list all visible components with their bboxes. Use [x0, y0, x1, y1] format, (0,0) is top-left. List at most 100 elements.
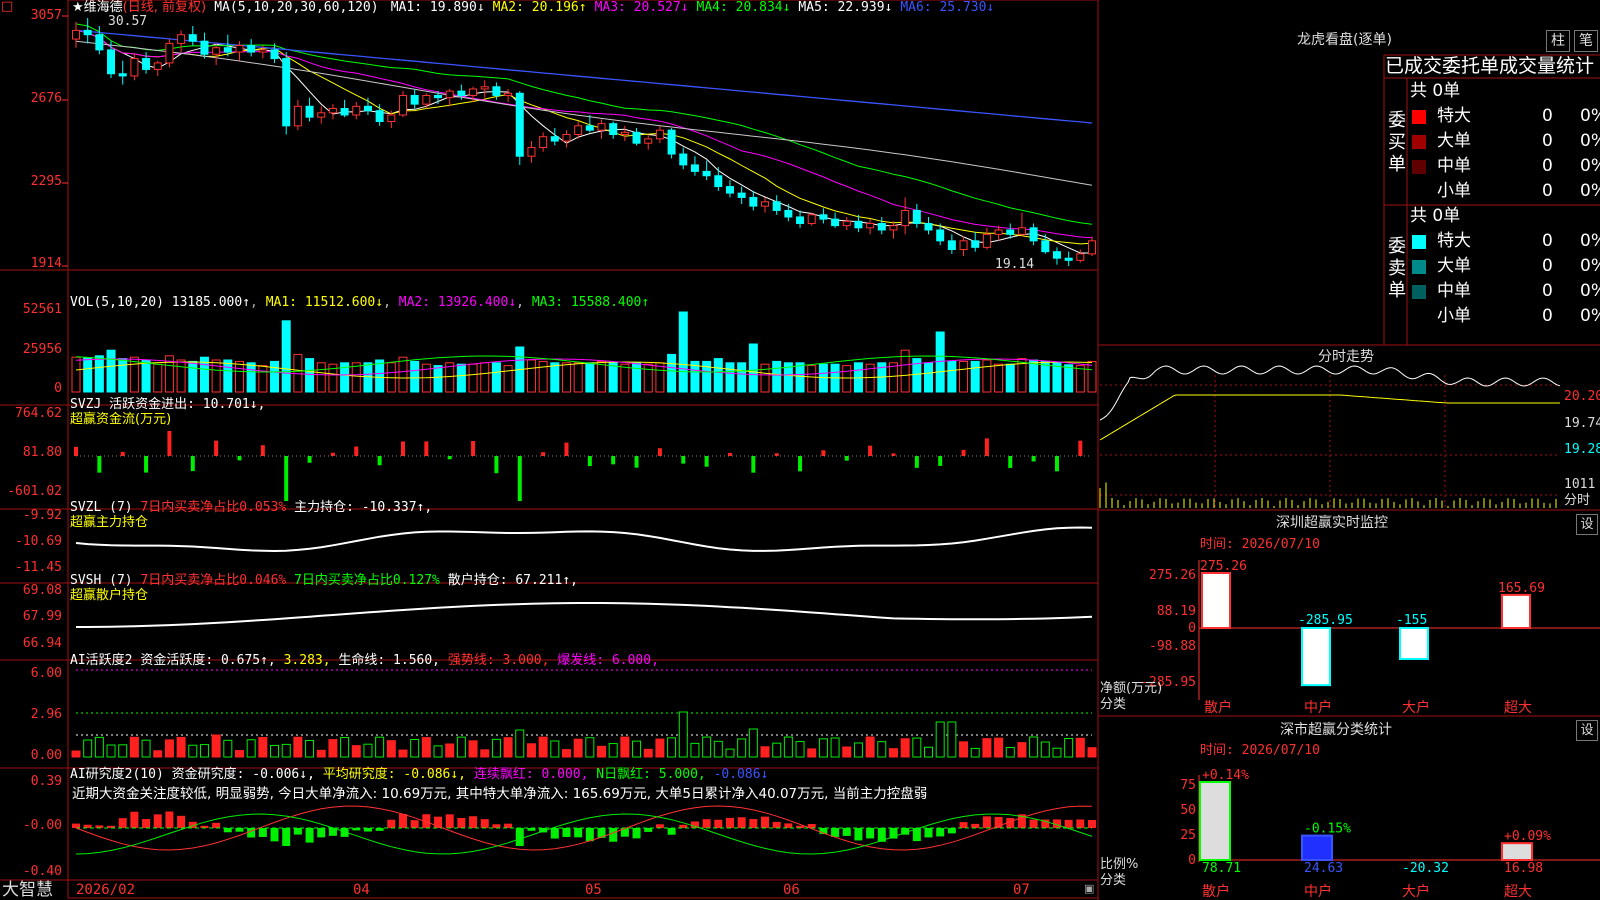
- research-bar: [655, 824, 664, 828]
- research-bar: [270, 828, 279, 842]
- sell-total: 共 0单: [1410, 206, 1461, 226]
- monitor-category-label: 大户: [1402, 699, 1430, 716]
- research-bar: [258, 828, 267, 837]
- class-yaxis-tick: 25: [1180, 828, 1196, 843]
- ai1-yaxis-tick: 0.00: [30, 748, 62, 763]
- svzj-header: SVZJ 活跃资金进出: 10.701↓,: [70, 397, 266, 412]
- monitor-bar: [1301, 627, 1331, 687]
- svsh-yaxis-tick: 66.94: [22, 636, 62, 651]
- svzl-ratio: 7日内买卖净占比0.053%: [140, 500, 287, 515]
- activity-bar: [772, 742, 782, 758]
- volume-bar: [316, 362, 326, 393]
- yaxis-tick: 3057: [30, 8, 62, 23]
- research-bar: [165, 811, 174, 828]
- activity-bar: [713, 740, 723, 758]
- svsh-position: 散户持仓: 67.211↑,: [447, 573, 578, 588]
- intraday-unit: 分时: [1564, 493, 1591, 508]
- monitor-yaxis-tick: 0: [1188, 621, 1196, 636]
- volume-bar: [1064, 364, 1074, 393]
- candle-body: [539, 136, 548, 149]
- volume-bar: [947, 360, 957, 393]
- research-bar: [667, 828, 676, 835]
- candle-body: [422, 94, 431, 105]
- activity-bar: [340, 737, 350, 758]
- volume-bar: [351, 362, 361, 393]
- sell-row-volume: 0: [1542, 231, 1553, 251]
- volume-bar: [888, 362, 898, 393]
- activity-bar: [748, 728, 758, 758]
- candle-body: [363, 105, 372, 112]
- research-bar: [737, 817, 746, 828]
- svzl-subtitle: 超赢主力持仓: [70, 515, 149, 530]
- activity-bar: [807, 748, 817, 758]
- activity-bar: [888, 748, 898, 758]
- activity-bar: [643, 748, 653, 758]
- ai1-value2: 3.283,: [283, 653, 331, 668]
- candle-body: [1052, 251, 1061, 259]
- activity-bar: [270, 744, 280, 758]
- ai1-strongline: 强势线: 3.000,: [447, 653, 550, 668]
- research-bar: [947, 828, 956, 834]
- activity-bar: [456, 736, 466, 758]
- candle-body: [924, 222, 933, 231]
- chart-mode: (日线, 前复权): [122, 0, 207, 15]
- window-marker[interactable]: □: [1, 0, 13, 14]
- main-position-line: [75, 526, 1093, 553]
- research-bar: [574, 828, 583, 838]
- app-brand: 大智慧: [2, 880, 53, 900]
- flow-bar: [307, 456, 312, 463]
- research-bar: [504, 823, 513, 828]
- candle-body: [679, 153, 688, 166]
- sell-row-name: 大单: [1437, 256, 1471, 276]
- svzj-subtitle: 超赢资金流(万元): [70, 412, 172, 427]
- monitor-bar-label: 165.69: [1498, 581, 1545, 596]
- candle-body: [492, 86, 501, 96]
- sz-monitor-settings-button[interactable]: 设: [1576, 514, 1598, 535]
- activity-bar: [258, 736, 268, 758]
- vol-yaxis-tick: 52561: [22, 302, 62, 317]
- buy-color-swatch: [1412, 160, 1426, 174]
- yaxis-tick: 2295: [30, 174, 62, 189]
- activity-bar: [655, 738, 665, 758]
- volume-bar: [924, 362, 934, 393]
- volume-bar: [1040, 360, 1050, 393]
- ai1-header: AI活跃度2 资金活跃度: 0.675↑, 3.283, 生命线: 1.560,…: [70, 654, 659, 668]
- ma-params: MA(5,10,20,30,60,120): [214, 0, 379, 15]
- activity-bar: [164, 739, 174, 758]
- activity-bar: [526, 743, 536, 758]
- xaxis-tick: 07: [1013, 882, 1030, 898]
- main-chart-canvas[interactable]: 275.2688.190-98.88-285.95275.26散户-285.95…: [0, 0, 1600, 900]
- candle-body: [609, 123, 618, 136]
- sell-color-swatch: [1412, 260, 1426, 274]
- volume-bar: [305, 358, 315, 393]
- candle-body: [387, 114, 396, 122]
- volume-bar: [970, 360, 980, 393]
- svzl-yaxis-tick: -9.92: [22, 508, 62, 523]
- candle-body: [1029, 227, 1038, 242]
- candle-body: [725, 186, 734, 194]
- research-bar: [223, 828, 232, 833]
- activity-bar: [503, 737, 513, 758]
- monitor-bar-label: -285.95: [1298, 613, 1353, 628]
- sz-class-settings-button[interactable]: 设: [1576, 720, 1598, 741]
- bar-view-button[interactable]: 柱: [1546, 30, 1570, 52]
- candle-body: [947, 240, 956, 251]
- research-bar: [831, 828, 840, 837]
- activity-bar: [702, 736, 712, 758]
- svsh-ratio2: 7日内买卖净占比0.127%: [294, 573, 440, 588]
- activity-bar: [1017, 742, 1027, 758]
- volume-bar: [1029, 359, 1039, 393]
- flow-bar: [868, 445, 873, 456]
- ai2-header: AI研究度2(10) 资金研究度: -0.006↓, 平均研究度: -0.086…: [70, 768, 768, 782]
- volume-bar: [737, 362, 747, 393]
- tick-view-button[interactable]: 笔: [1574, 30, 1598, 52]
- monitor-category-label: 超大: [1504, 700, 1532, 716]
- activity-bar: [725, 748, 735, 758]
- volume-bar: [608, 362, 618, 393]
- candle-body: [247, 45, 256, 53]
- class-value-label: -20.32: [1402, 861, 1449, 876]
- lock-icon[interactable]: ▣: [1084, 882, 1094, 896]
- candle-body: [317, 112, 326, 118]
- research-bar: [118, 818, 127, 828]
- candle-body: [959, 240, 968, 251]
